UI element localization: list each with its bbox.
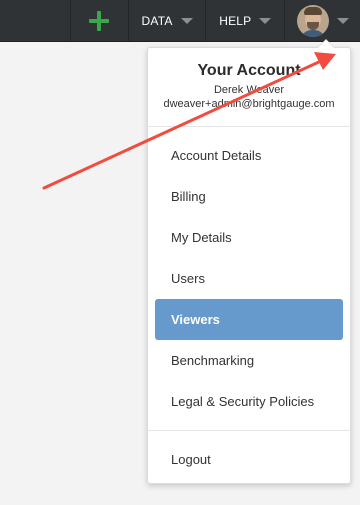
account-header: Your Account Derek Weaver dweaver+admin@… xyxy=(148,48,350,127)
menu-item-users[interactable]: Users xyxy=(155,258,343,299)
top-nav-bar: DATA HELP xyxy=(0,0,360,42)
add-button[interactable] xyxy=(71,0,129,41)
caret-down-icon xyxy=(259,17,272,24)
plus-icon xyxy=(89,10,110,31)
topbar-left-spacer xyxy=(0,0,71,41)
data-menu[interactable]: DATA xyxy=(129,0,207,41)
menu-item-viewers[interactable]: Viewers xyxy=(155,299,343,340)
menu-item-billing[interactable]: Billing xyxy=(155,176,343,217)
help-menu-label: HELP xyxy=(219,13,252,28)
account-email: dweaver+admin@brightgauge.com xyxy=(163,98,335,110)
menu-divider xyxy=(148,430,350,431)
account-dropdown: Your Account Derek Weaver dweaver+admin@… xyxy=(147,39,351,484)
account-title: Your Account xyxy=(197,62,301,79)
logout-button[interactable]: Logout xyxy=(155,439,343,480)
account-menu-toggle[interactable] xyxy=(285,0,360,41)
caret-down-icon xyxy=(336,17,349,24)
menu-item-benchmarking[interactable]: Benchmarking xyxy=(155,340,343,381)
data-menu-label: DATA xyxy=(141,13,173,28)
help-menu[interactable]: HELP xyxy=(206,0,286,41)
avatar xyxy=(296,4,329,37)
account-name: Derek Weaver xyxy=(213,84,285,96)
menu-item-account-details[interactable]: Account Details xyxy=(155,135,343,176)
caret-down-icon xyxy=(180,17,193,24)
menu-item-my-details[interactable]: My Details xyxy=(155,217,343,258)
menu-item-legal-security[interactable]: Legal & Security Policies xyxy=(155,381,343,422)
account-menu-list: Account Details Billing My Details Users… xyxy=(148,127,350,422)
